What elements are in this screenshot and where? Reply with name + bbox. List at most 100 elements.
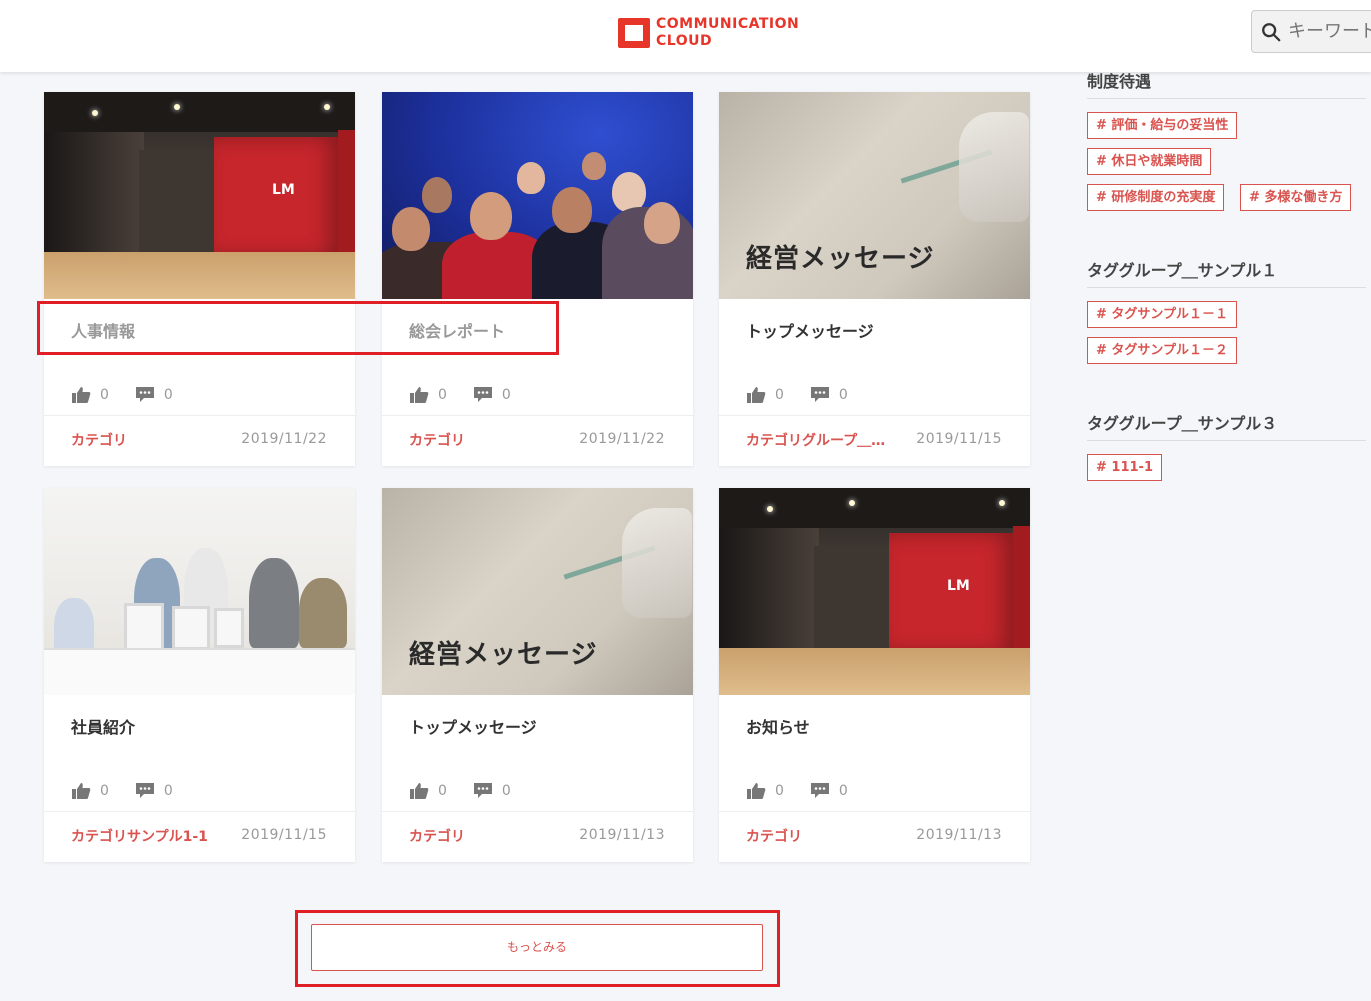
comment-icon (810, 387, 829, 402)
article-title[interactable]: お知らせ (746, 714, 810, 738)
article-title[interactable]: トップメッセージ (746, 318, 874, 342)
logo-text: COMMUNICATION CLOUD (656, 16, 799, 50)
like-button[interactable]: 0 (409, 782, 447, 800)
thumbs-up-icon (72, 387, 91, 403)
like-button[interactable]: 0 (409, 386, 447, 404)
category-link[interactable]: カテゴリ (71, 430, 127, 450)
comment-button[interactable]: 0 (473, 386, 511, 404)
article-thumbnail[interactable] (44, 488, 355, 695)
like-count: 0 (100, 783, 109, 799)
article-stats: 0 0 (746, 386, 874, 404)
like-button[interactable]: 0 (71, 386, 109, 404)
like-button[interactable]: 0 (71, 782, 109, 800)
article-thumbnail[interactable]: 経営メッセージ (719, 92, 1030, 299)
comment-icon (473, 387, 492, 402)
card-divider (44, 415, 355, 416)
comment-icon (135, 783, 154, 798)
article-card[interactable]: 経営メッセージ トップメッセージ 0 0 カテゴリ 2019/11/13 (382, 488, 693, 862)
article-thumbnail[interactable]: LM (44, 92, 355, 299)
article-card[interactable]: LM 人事情報 0 0 カテゴリ 2019/11/22 (44, 92, 355, 466)
like-count: 0 (775, 783, 784, 799)
logo-mark-icon (618, 18, 650, 48)
article-date: 2019/11/22 (579, 431, 665, 447)
tag-group-title: タググループ＿サンプル３ (1087, 410, 1366, 441)
like-count: 0 (775, 387, 784, 403)
article-date: 2019/11/22 (241, 431, 327, 447)
article-date: 2019/11/15 (241, 827, 327, 843)
article-stats: 0 0 (71, 782, 199, 800)
category-link[interactable]: カテゴリグループ＿サ… (746, 430, 886, 450)
comment-count: 0 (501, 387, 511, 403)
article-stats: 0 0 (409, 782, 537, 800)
comment-count: 0 (838, 783, 848, 799)
comment-button[interactable]: 0 (135, 782, 173, 800)
category-link[interactable]: カテゴリ (409, 826, 465, 846)
article-card[interactable]: 総会レポート 0 0 カテゴリ 2019/11/22 (382, 92, 693, 466)
tag-chip[interactable]: # 休日や就業時間 (1087, 148, 1212, 175)
tag-group-title: 制度待遇 (1087, 68, 1366, 99)
article-stats: 0 0 (746, 782, 874, 800)
card-divider (719, 415, 1030, 416)
category-link[interactable]: カテゴリサンプル1-1 (71, 826, 208, 846)
card-divider (44, 811, 355, 812)
comment-button[interactable]: 0 (135, 386, 173, 404)
search-box[interactable] (1251, 10, 1371, 53)
hall-logo: LM (947, 578, 970, 594)
card-divider (382, 811, 693, 812)
article-date: 2019/11/15 (916, 431, 1002, 447)
article-card[interactable]: 経営メッセージ トップメッセージ 0 0 カテゴリグループ＿サ… 2019/11… (719, 92, 1030, 466)
article-card[interactable]: 社員紹介 0 0 カテゴリサンプル1-1 2019/11/15 (44, 488, 355, 862)
article-stats: 0 0 (409, 386, 537, 404)
thumbs-up-icon (747, 387, 766, 403)
logo-line1: COMMUNICATION (656, 16, 800, 32)
article-title[interactable]: トップメッセージ (409, 714, 537, 738)
comment-button[interactable]: 0 (473, 782, 511, 800)
thumbs-up-icon (72, 783, 91, 799)
load-more-button[interactable]: もっとみる (311, 924, 763, 971)
comment-count: 0 (163, 783, 173, 799)
header: COMMUNICATION CLOUD (0, 0, 1371, 72)
tag-group-title: タググループ＿サンプル１ (1087, 257, 1366, 288)
category-link[interactable]: カテゴリ (409, 430, 465, 450)
article-title[interactable]: 社員紹介 (71, 714, 135, 738)
tag-chip[interactable]: # 111-1 (1087, 454, 1162, 481)
article-date: 2019/11/13 (579, 827, 665, 843)
thumbs-up-icon (410, 387, 429, 403)
article-thumbnail[interactable]: LM (719, 488, 1030, 695)
category-link[interactable]: カテゴリ (746, 826, 802, 846)
tag-chip[interactable]: # 評価・給与の妥当性 (1087, 112, 1238, 139)
article-date: 2019/11/13 (916, 827, 1002, 843)
tag-chip[interactable]: # タグサンプル１－１ (1087, 301, 1238, 328)
card-divider (719, 811, 1030, 812)
comment-count: 0 (501, 783, 511, 799)
thumbs-up-icon (747, 783, 766, 799)
thumbs-up-icon (410, 783, 429, 799)
comment-count: 0 (838, 387, 848, 403)
search-icon (1262, 22, 1281, 41)
logo-line2: CLOUD (656, 33, 713, 49)
article-thumbnail[interactable] (382, 92, 693, 299)
like-count: 0 (438, 783, 447, 799)
article-stats: 0 0 (71, 386, 199, 404)
comment-button[interactable]: 0 (810, 782, 848, 800)
card-divider (382, 415, 693, 416)
article-thumbnail[interactable]: 経営メッセージ (382, 488, 693, 695)
article-card[interactable]: LM お知らせ 0 0 カテゴリ 2019/11/13 (719, 488, 1030, 862)
hall-logo: LM (272, 182, 295, 198)
like-button[interactable]: 0 (746, 782, 784, 800)
tag-chip[interactable]: # 多様な働き方 (1240, 184, 1352, 211)
like-button[interactable]: 0 (746, 386, 784, 404)
comment-icon (473, 783, 492, 798)
highlight-box-titles (37, 301, 559, 355)
tag-chip[interactable]: # タグサンプル１－２ (1087, 337, 1238, 364)
search-input[interactable] (1288, 21, 1371, 42)
like-count: 0 (438, 387, 447, 403)
tag-chip[interactable]: # 研修制度の充実度 (1087, 184, 1225, 211)
comment-button[interactable]: 0 (810, 386, 848, 404)
comment-count: 0 (163, 387, 173, 403)
thumbnail-caption: 経営メッセージ (746, 244, 935, 274)
like-count: 0 (100, 387, 109, 403)
thumbnail-caption: 経営メッセージ (409, 640, 598, 670)
comment-icon (135, 387, 154, 402)
logo[interactable]: COMMUNICATION CLOUD (618, 16, 799, 50)
